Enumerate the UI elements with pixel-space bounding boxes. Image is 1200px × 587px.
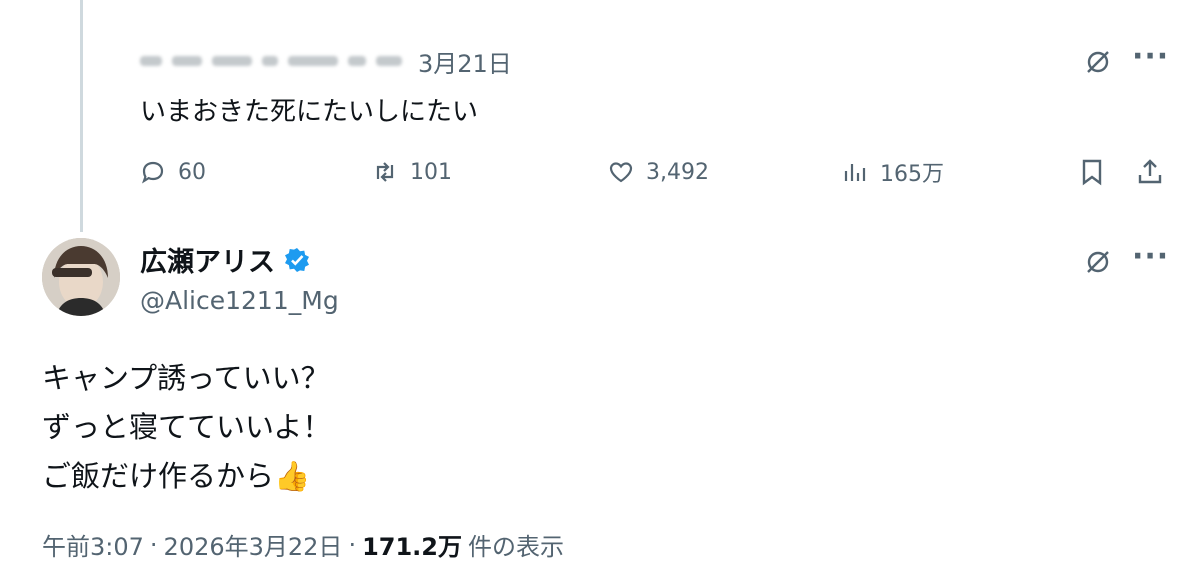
tweet-line-3: ご飯だけ作るから👍 [42, 452, 331, 501]
reply-button[interactable]: 60 [140, 154, 206, 190]
verified-badge-icon [285, 247, 309, 272]
display-name: 広瀬アリス [140, 247, 275, 278]
tweet-line-3-text: ご飯だけ作るから [42, 459, 275, 493]
like-button[interactable]: 3,492 [608, 154, 709, 190]
thumbs-up-emoji: 👍 [274, 459, 311, 493]
heart-icon [609, 162, 633, 183]
more-icon[interactable]: ··· [1132, 42, 1169, 72]
bookmark-icon [1082, 159, 1102, 186]
tweet-body: キャンプ誘っていい？ ずっと寝てていいよ！ ご飯だけ作るから👍 [42, 354, 331, 501]
views-icon [844, 164, 866, 181]
tweet-line-2: ずっと寝てていいよ！ [42, 410, 332, 444]
author-handle[interactable]: @Alice1211_Mg [140, 286, 339, 315]
separator: · [149, 530, 158, 559]
reply-date[interactable]: 3月21日 [418, 44, 512, 79]
retweet-icon [376, 162, 394, 182]
reply-text: いまおきた死にたいしにたい [140, 97, 479, 127]
author-name[interactable]: 広瀬アリス [140, 240, 311, 279]
separator: · [348, 530, 357, 559]
retweet-count: 101 [410, 159, 452, 185]
share-icon [1138, 159, 1162, 184]
share-button[interactable] [1132, 154, 1168, 190]
view-count: 171.2万 [362, 533, 462, 561]
views-button[interactable]: 165万 [842, 154, 944, 190]
views-count: 165万 [880, 162, 944, 187]
tweet-meta: 午前3:07 · 2026年3月22日 · 171.2万 件の表示 [42, 527, 564, 562]
grok-icon[interactable] [1080, 244, 1116, 280]
reply-icon [141, 161, 164, 184]
avatar[interactable] [42, 238, 120, 316]
blurred-author-name [140, 46, 402, 76]
tweet-date[interactable]: 2026年3月22日 [164, 527, 343, 562]
reply-count: 60 [178, 159, 206, 185]
retweet-button[interactable]: 101 [372, 154, 452, 190]
tweet-line-1: キャンプ誘っていい？ [42, 361, 330, 395]
tweet-time[interactable]: 午前3:07 [42, 527, 144, 562]
like-count: 3,492 [646, 159, 709, 185]
view-label: 件の表示 [468, 533, 564, 561]
thread-line [80, 0, 83, 232]
more-icon[interactable]: ··· [1132, 242, 1169, 272]
grok-icon[interactable] [1080, 44, 1116, 80]
bookmark-button[interactable] [1074, 154, 1110, 190]
